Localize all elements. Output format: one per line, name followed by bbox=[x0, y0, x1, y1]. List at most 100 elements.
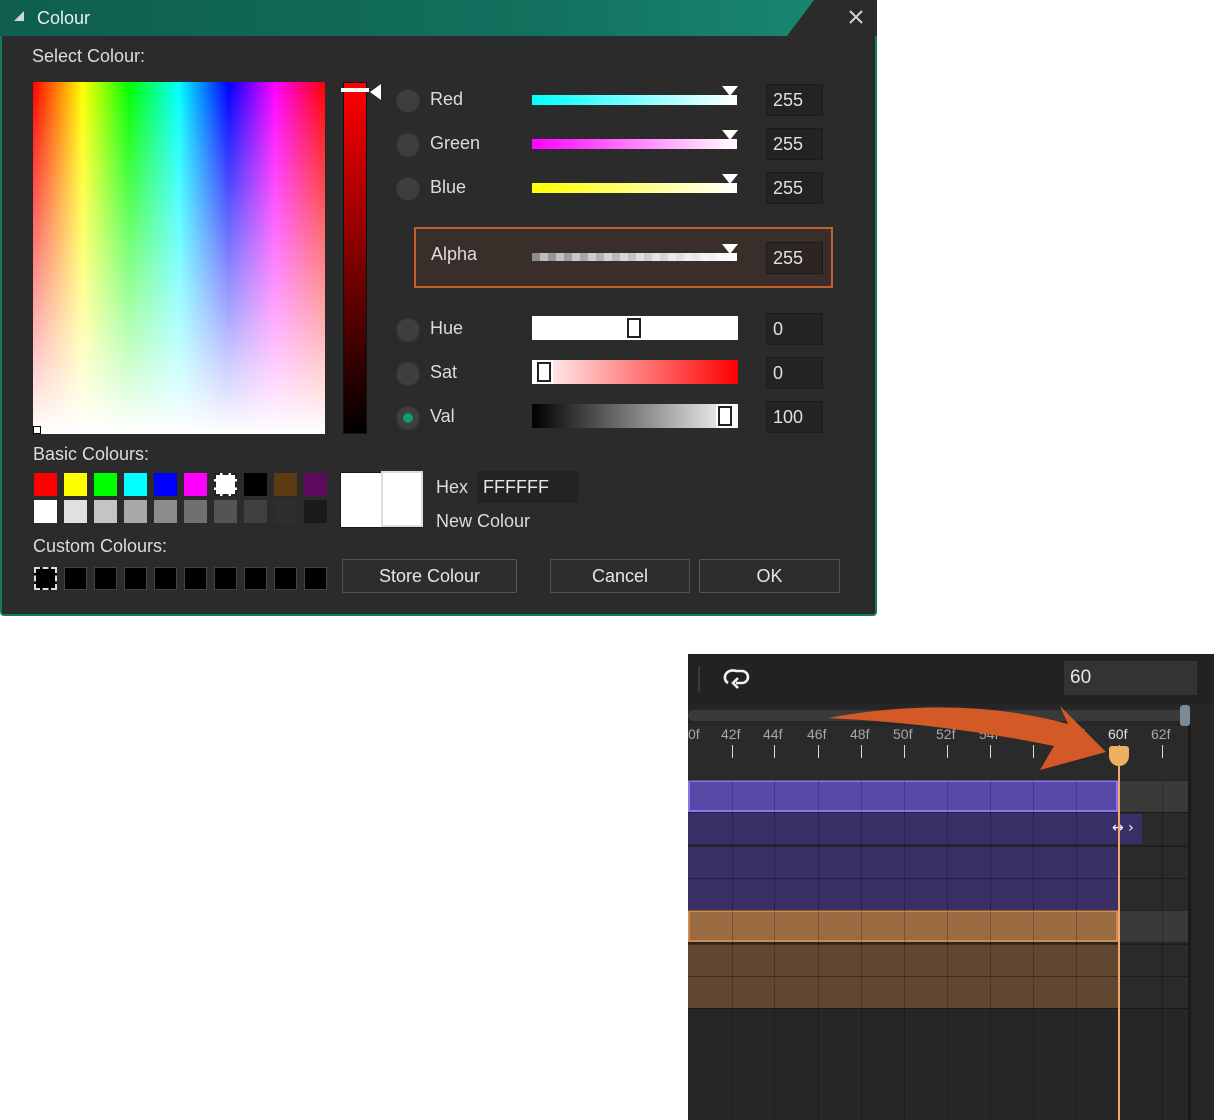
hex-input[interactable]: FFFFFF bbox=[477, 471, 578, 503]
blue-slider[interactable] bbox=[532, 183, 737, 193]
custom-colour-swatch[interactable] bbox=[94, 567, 117, 590]
custom-colour-swatch[interactable] bbox=[154, 567, 177, 590]
basic-colour-swatch[interactable] bbox=[184, 500, 207, 523]
basic-colour-swatch[interactable] bbox=[184, 473, 207, 496]
basic-colour-swatch[interactable] bbox=[154, 473, 177, 496]
track-clip[interactable] bbox=[688, 846, 1118, 878]
grid-line bbox=[904, 780, 905, 1120]
basic-colour-swatch[interactable] bbox=[274, 500, 297, 523]
row-divider bbox=[688, 878, 1190, 879]
ruler-tick bbox=[1076, 745, 1077, 758]
track-clip[interactable] bbox=[688, 976, 1118, 1008]
sat-slider-handle[interactable] bbox=[535, 360, 553, 384]
red-value-field[interactable]: 255 bbox=[766, 84, 823, 116]
radio-val[interactable] bbox=[396, 406, 420, 430]
cancel-button[interactable]: Cancel bbox=[550, 559, 690, 593]
basic-colour-swatch[interactable] bbox=[214, 500, 237, 523]
hue-value-field[interactable]: 0 bbox=[766, 313, 823, 345]
grid-line bbox=[1076, 780, 1077, 1120]
track-clip[interactable] bbox=[688, 944, 1118, 976]
ruler-tick bbox=[1033, 745, 1034, 758]
timeline-scroll-thumb[interactable] bbox=[1180, 705, 1190, 726]
sat-slider[interactable] bbox=[532, 360, 738, 384]
track-clip[interactable] bbox=[688, 878, 1118, 910]
store-colour-button[interactable]: Store Colour bbox=[342, 559, 517, 593]
alpha-slider-handle-icon[interactable] bbox=[722, 244, 738, 254]
custom-colour-swatch[interactable] bbox=[304, 567, 327, 590]
ruler-tick-label: 62f bbox=[1151, 726, 1171, 742]
ruler-tick-label: 52f bbox=[936, 726, 956, 742]
red-slider-handle-icon[interactable] bbox=[722, 86, 738, 96]
ok-button[interactable]: OK bbox=[699, 559, 840, 593]
basic-colour-swatch[interactable] bbox=[94, 500, 117, 523]
basic-colour-swatch[interactable] bbox=[274, 473, 297, 496]
blue-slider-handle-icon[interactable] bbox=[722, 174, 738, 184]
custom-colour-swatch[interactable] bbox=[64, 567, 87, 590]
basic-colour-swatch[interactable] bbox=[244, 500, 267, 523]
basic-colour-swatch[interactable] bbox=[34, 473, 57, 496]
radio-hue[interactable] bbox=[396, 318, 420, 342]
alpha-value-field[interactable]: 255 bbox=[766, 242, 823, 274]
alpha-slider[interactable] bbox=[532, 253, 737, 261]
resize-arrow-icon[interactable]: ↔ › bbox=[1112, 820, 1134, 836]
radio-sat[interactable] bbox=[396, 362, 420, 386]
basic-colour-swatch[interactable] bbox=[304, 473, 327, 496]
basic-colour-swatch[interactable] bbox=[154, 500, 177, 523]
track-row-background bbox=[1118, 976, 1190, 1008]
spectrum-cursor[interactable] bbox=[33, 426, 41, 434]
blue-value-field[interactable]: 255 bbox=[766, 172, 823, 204]
basic-colour-swatch[interactable] bbox=[214, 473, 237, 496]
val-slider-handle[interactable] bbox=[716, 404, 734, 428]
radio-red[interactable] bbox=[396, 89, 420, 113]
custom-colour-swatch[interactable] bbox=[34, 567, 57, 590]
collapse-triangle-icon[interactable] bbox=[14, 11, 24, 21]
playhead-line[interactable] bbox=[1118, 752, 1120, 1120]
hue-slider-handle[interactable] bbox=[625, 316, 643, 340]
title-bar[interactable]: Colour bbox=[0, 0, 877, 36]
sat-value-field[interactable]: 0 bbox=[766, 357, 823, 389]
ruler-tick-label: 50f bbox=[893, 726, 913, 742]
red-slider[interactable] bbox=[532, 95, 737, 105]
ruler-tick bbox=[904, 745, 905, 758]
custom-colour-swatch[interactable] bbox=[214, 567, 237, 590]
radio-green[interactable] bbox=[396, 133, 420, 157]
dialog-title: Colour bbox=[37, 8, 91, 28]
track-row-background bbox=[1118, 780, 1190, 812]
value-bar[interactable] bbox=[343, 82, 367, 434]
close-icon[interactable] bbox=[845, 6, 867, 28]
track-clip[interactable] bbox=[688, 780, 1118, 812]
value-bar-arrow-icon[interactable] bbox=[370, 84, 381, 100]
track-clip[interactable] bbox=[688, 812, 1118, 844]
colour-preview bbox=[340, 471, 423, 528]
row-divider bbox=[688, 910, 1190, 911]
value-bar-marker[interactable] bbox=[341, 88, 369, 92]
custom-colour-swatch[interactable] bbox=[244, 567, 267, 590]
playhead-handle[interactable] bbox=[1109, 746, 1129, 766]
ruler-tick bbox=[990, 745, 991, 758]
basic-colour-swatch[interactable] bbox=[64, 473, 87, 496]
basic-colour-swatch[interactable] bbox=[64, 500, 87, 523]
basic-colour-swatch[interactable] bbox=[244, 473, 267, 496]
val-slider[interactable] bbox=[532, 404, 738, 428]
green-slider-handle-icon[interactable] bbox=[722, 130, 738, 140]
val-value-field[interactable]: 100 bbox=[766, 401, 823, 433]
custom-colour-swatch[interactable] bbox=[184, 567, 207, 590]
custom-colour-swatch[interactable] bbox=[274, 567, 297, 590]
radio-blue[interactable] bbox=[396, 177, 420, 201]
timeline-scrollbar[interactable] bbox=[688, 710, 1186, 721]
custom-colour-swatch[interactable] bbox=[124, 567, 147, 590]
basic-colour-swatch[interactable] bbox=[34, 500, 57, 523]
ruler-tick bbox=[947, 745, 948, 758]
new-colour-label: New Colour bbox=[436, 511, 531, 531]
basic-colour-swatch[interactable] bbox=[124, 473, 147, 496]
basic-colour-swatch[interactable] bbox=[94, 473, 117, 496]
green-slider[interactable] bbox=[532, 139, 737, 149]
row-divider bbox=[688, 780, 1190, 781]
current-frame-input[interactable]: 60 bbox=[1064, 661, 1197, 695]
loop-icon[interactable] bbox=[722, 667, 750, 691]
basic-colour-swatch[interactable] bbox=[124, 500, 147, 523]
colour-spectrum[interactable] bbox=[33, 82, 325, 434]
track-clip[interactable] bbox=[688, 910, 1118, 942]
green-value-field[interactable]: 255 bbox=[766, 128, 823, 160]
basic-colour-swatch[interactable] bbox=[304, 500, 327, 523]
